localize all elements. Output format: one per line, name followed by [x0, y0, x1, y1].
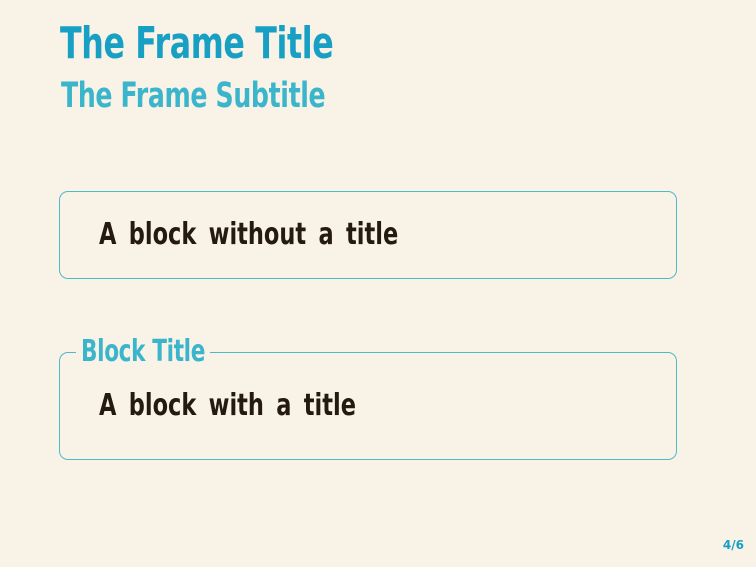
block-body-text: A block with a title — [99, 388, 356, 423]
frame-subtitle: The Frame Subtitle — [61, 76, 326, 116]
block-title: Block Title — [76, 337, 211, 367]
frame-title: The Frame Title — [60, 18, 334, 69]
block-titled: Block Title A block with a title — [59, 337, 677, 460]
block-untitled: A block without a title — [59, 191, 677, 279]
page-number: 4/6 — [722, 538, 744, 552]
block-body-text: A block without a title — [99, 217, 399, 252]
